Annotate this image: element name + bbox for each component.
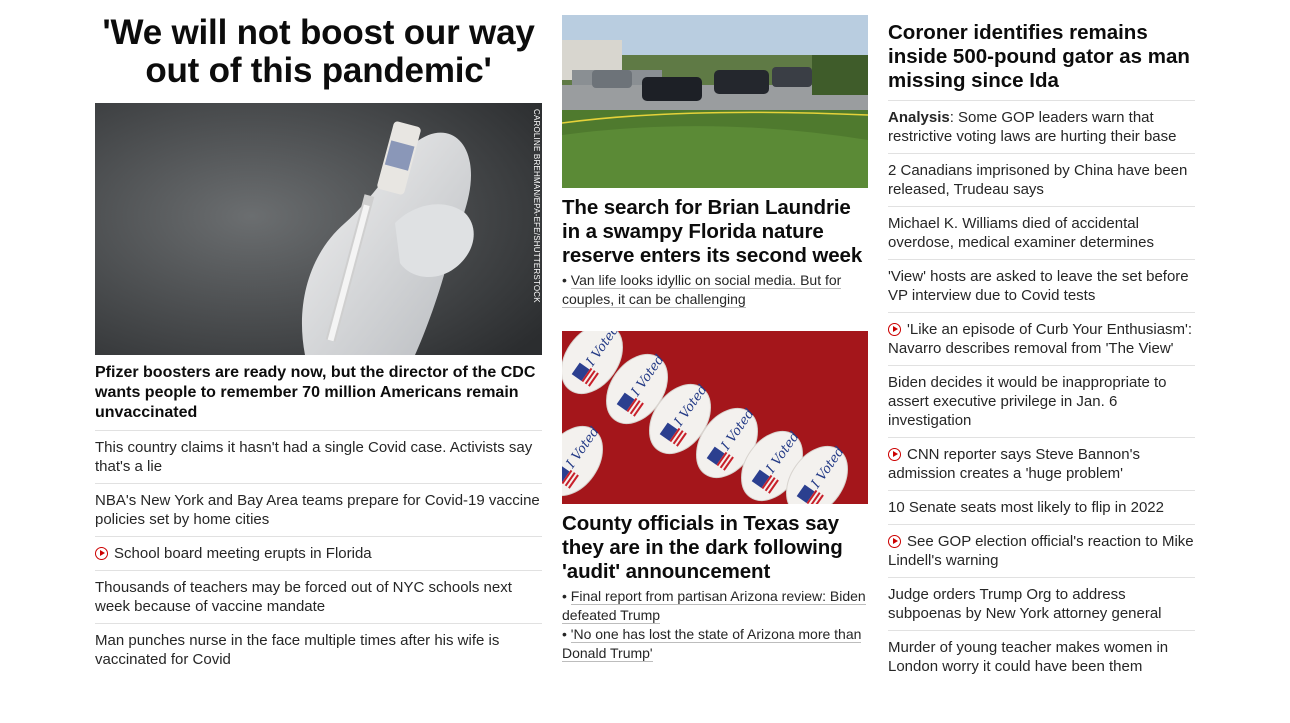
- list-item-text: Murder of young teacher makes women in L…: [888, 639, 1169, 675]
- lead-story-link[interactable]: Pfizer boosters are ready now, but the d…: [95, 363, 542, 431]
- story-list: Analysis: Some GOP leaders warn that res…: [888, 101, 1195, 683]
- play-video-icon: [888, 323, 901, 336]
- story-headline[interactable]: County officials in Texas say they are i…: [562, 512, 868, 584]
- list-item-text: School board meeting erupts in Florida: [114, 545, 372, 562]
- list-item[interactable]: 'Like an episode of Curb Your Enthusiasm…: [888, 313, 1195, 366]
- list-item-text: Thousands of teachers may be forced out …: [95, 579, 512, 615]
- list-item-text: 'View' hosts are asked to leave the set …: [888, 268, 1189, 304]
- list-item[interactable]: This country claims it hasn't had a sing…: [95, 431, 542, 484]
- list-item[interactable]: 2 Canadians imprisoned by China have bee…: [888, 154, 1195, 207]
- list-item[interactable]: School board meeting erupts in Florida: [95, 537, 542, 571]
- play-video-icon: [888, 535, 901, 548]
- list-item-text: Biden decides it would be inappropriate …: [888, 374, 1167, 429]
- list-item[interactable]: NBA's New York and Bay Area teams prepar…: [95, 484, 542, 537]
- related-link[interactable]: • 'No one has lost the state of Arizona …: [562, 625, 868, 663]
- list-item-text: Man punches nurse in the face multiple t…: [95, 632, 500, 668]
- list-item[interactable]: Analysis: Some GOP leaders warn that res…: [888, 101, 1195, 154]
- list-item-text: See GOP election official's reaction to …: [888, 533, 1194, 569]
- list-item-text: Judge orders Trump Org to address subpoe…: [888, 586, 1162, 622]
- list-item[interactable]: 10 Senate seats most likely to flip in 2…: [888, 491, 1195, 525]
- list-item-text: CNN reporter says Steve Bannon's admissi…: [888, 446, 1140, 482]
- list-item[interactable]: CNN reporter says Steve Bannon's admissi…: [888, 438, 1195, 491]
- list-item-text: NBA's New York and Bay Area teams prepar…: [95, 492, 540, 528]
- column-covid: 'We will not boost our way out of this p…: [95, 0, 542, 676]
- list-item-text: This country claims it hasn't had a sing…: [95, 439, 533, 475]
- i-voted-stickers-photo[interactable]: I Voted I Voted I Voted I Voted I Voted I Vot…: [562, 331, 868, 504]
- play-video-icon: [95, 547, 108, 560]
- list-item[interactable]: Michael K. Williams died of accidental o…: [888, 207, 1195, 260]
- list-item[interactable]: Thousands of teachers may be forced out …: [95, 571, 542, 624]
- list-item-text: 10 Senate seats most likely to flip in 2…: [888, 499, 1164, 516]
- list-item-text: Michael K. Williams died of accidental o…: [888, 215, 1154, 251]
- related-link[interactable]: • Van life looks idyllic on social media…: [562, 271, 868, 309]
- story-headline[interactable]: The search for Brian Laundrie in a swamp…: [562, 196, 868, 268]
- related-link[interactable]: • Final report from partisan Arizona rev…: [562, 587, 868, 625]
- list-item[interactable]: See GOP election official's reaction to …: [888, 525, 1195, 578]
- list-item[interactable]: Man punches nurse in the face multiple t…: [95, 624, 542, 676]
- list-item[interactable]: Biden decides it would be inappropriate …: [888, 366, 1195, 438]
- play-video-icon: [888, 448, 901, 461]
- column-top-stories: Coroner identifies remains inside 500-po…: [888, 0, 1195, 683]
- list-item[interactable]: 'View' hosts are asked to leave the set …: [888, 260, 1195, 313]
- list-item[interactable]: Judge orders Trump Org to address subpoe…: [888, 578, 1195, 631]
- section-headline[interactable]: 'We will not boost our way out of this p…: [95, 14, 542, 90]
- image-credit: CAROLINE BREHMAN/EPA-EFE/SHUTTERSTOCK: [532, 109, 541, 303]
- vaccine-photo[interactable]: CAROLINE BREHMAN/EPA-EFE/SHUTTERSTOCK: [95, 103, 542, 355]
- column-news: The search for Brian Laundrie in a swamp…: [562, 0, 868, 663]
- story-list: This country claims it hasn't had a sing…: [95, 431, 542, 676]
- list-item-text: 2 Canadians imprisoned by China have bee…: [888, 162, 1188, 198]
- story-headline[interactable]: Coroner identifies remains inside 500-po…: [888, 21, 1195, 101]
- list-item-text: 'Like an episode of Curb Your Enthusiasm…: [888, 321, 1193, 357]
- police-scene-photo[interactable]: [562, 15, 868, 188]
- list-item[interactable]: Murder of young teacher makes women in L…: [888, 631, 1195, 683]
- analysis-label: Analysis: [888, 109, 950, 126]
